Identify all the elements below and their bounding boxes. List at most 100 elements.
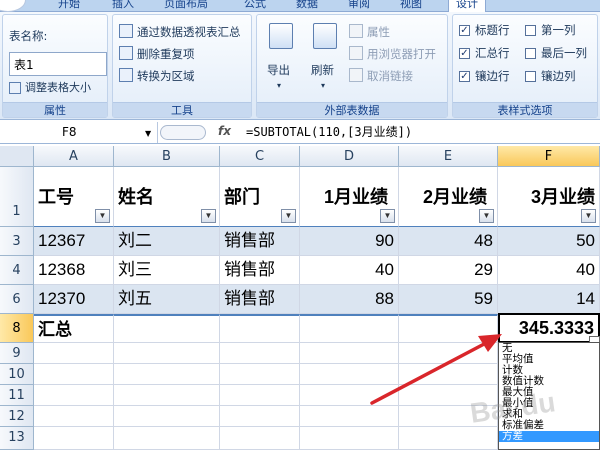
table-cell[interactable] [399, 314, 498, 343]
table-cell[interactable]: 40 [498, 256, 600, 285]
empty-cell[interactable] [300, 427, 399, 450]
row-header[interactable]: 3 [0, 227, 34, 256]
table-header-cell[interactable]: 1月业绩 ▼ [300, 167, 399, 227]
fx-icon[interactable]: fx [218, 124, 231, 138]
filter-dropdown-icon[interactable]: ▼ [380, 209, 395, 223]
formula-bar-splitter[interactable] [160, 125, 206, 140]
office-button-icon[interactable] [0, 0, 26, 12]
formula-input[interactable]: =SUBTOTAL(110,[3月业绩]) [246, 122, 412, 143]
convert-to-range-button[interactable]: 转换为区域 [137, 69, 195, 83]
empty-cell[interactable] [220, 427, 300, 450]
pivot-summary-button[interactable]: 通过数据透视表汇总 [137, 25, 241, 39]
empty-cell[interactable] [114, 385, 220, 406]
table-cell[interactable] [114, 314, 220, 343]
column-header-b[interactable]: B [114, 146, 220, 167]
table-header-cell[interactable]: 姓名 ▼ [114, 167, 220, 227]
table-cell[interactable] [300, 314, 399, 343]
tab-home[interactable]: 开始 [58, 0, 80, 11]
empty-cell[interactable] [114, 343, 220, 364]
empty-cell[interactable] [114, 406, 220, 427]
row-header[interactable]: 8 [0, 314, 34, 343]
total-row-label-cell[interactable]: 汇总 [34, 314, 114, 343]
empty-cell[interactable] [114, 427, 220, 450]
row-header[interactable]: 11 [0, 385, 34, 406]
table-cell[interactable]: 29 [399, 256, 498, 285]
empty-cell[interactable] [300, 343, 399, 364]
total-row-checkbox[interactable]: ✓ [459, 48, 470, 59]
empty-cell[interactable] [300, 385, 399, 406]
name-box-chevron-down-icon[interactable]: ▼ [145, 129, 151, 138]
table-header-cell[interactable]: 3月业绩 ▼ [498, 167, 600, 227]
tab-page-layout[interactable]: 页面布局 [164, 0, 208, 11]
tab-formulas[interactable]: 公式 [244, 0, 266, 11]
column-header-f[interactable]: F [498, 146, 600, 167]
empty-cell[interactable] [300, 364, 399, 385]
table-cell[interactable]: 刘三 [114, 256, 220, 285]
row-header[interactable]: 12 [0, 406, 34, 427]
table-name-input[interactable]: 表1 [9, 52, 107, 76]
remove-duplicates-button[interactable]: 删除重复项 [137, 47, 195, 61]
filter-dropdown-icon[interactable]: ▼ [281, 209, 296, 223]
table-cell[interactable]: 12367 [34, 227, 114, 256]
first-column-checkbox[interactable] [525, 25, 536, 36]
table-cell[interactable]: 销售部 [220, 285, 300, 314]
empty-cell[interactable] [34, 364, 114, 385]
empty-cell[interactable] [34, 343, 114, 364]
filter-dropdown-icon[interactable]: ▼ [581, 209, 596, 223]
filter-dropdown-icon[interactable]: ▼ [95, 209, 110, 223]
resize-table-button[interactable]: 调整表格大小 [25, 81, 91, 95]
header-row-checkbox[interactable]: ✓ [459, 25, 470, 36]
table-cell[interactable]: 12370 [34, 285, 114, 314]
row-header[interactable]: 4 [0, 256, 34, 285]
table-cell[interactable]: 14 [498, 285, 600, 314]
table-cell[interactable]: 40 [300, 256, 399, 285]
empty-cell[interactable] [34, 406, 114, 427]
column-header-d[interactable]: D [300, 146, 399, 167]
refresh-button[interactable]: 刷新 [311, 63, 334, 77]
empty-cell[interactable] [399, 343, 498, 364]
select-all-corner[interactable] [0, 146, 34, 167]
tab-insert[interactable]: 插入 [112, 0, 134, 11]
export-chevron-down-icon[interactable]: ▾ [277, 79, 281, 93]
row-header[interactable]: 10 [0, 364, 34, 385]
table-cell[interactable]: 88 [300, 285, 399, 314]
table-header-cell[interactable]: 2月业绩 ▼ [399, 167, 498, 227]
tab-data[interactable]: 数据 [296, 0, 318, 11]
empty-cell[interactable] [34, 385, 114, 406]
row-header[interactable]: 1 [0, 167, 34, 227]
empty-cell[interactable] [399, 427, 498, 450]
refresh-chevron-down-icon[interactable]: ▾ [321, 79, 325, 93]
row-header[interactable]: 13 [0, 427, 34, 450]
row-header[interactable]: 6 [0, 285, 34, 314]
empty-cell[interactable] [34, 427, 114, 450]
table-header-cell[interactable]: 部门 ▼ [220, 167, 300, 227]
table-cell[interactable]: 12368 [34, 256, 114, 285]
export-button[interactable]: 导出 [267, 63, 290, 77]
column-header-c[interactable]: C [220, 146, 300, 167]
empty-cell[interactable] [114, 364, 220, 385]
table-cell[interactable]: 刘五 [114, 285, 220, 314]
column-header-a[interactable]: A [34, 146, 114, 167]
table-cell[interactable]: 50 [498, 227, 600, 256]
empty-cell[interactable] [300, 406, 399, 427]
filter-dropdown-icon[interactable]: ▼ [479, 209, 494, 223]
table-cell[interactable]: 刘二 [114, 227, 220, 256]
name-box[interactable]: F8 [0, 122, 158, 143]
table-cell[interactable]: 90 [300, 227, 399, 256]
filter-active-icon[interactable]: ▼ [201, 209, 216, 223]
tab-review[interactable]: 审阅 [348, 0, 370, 11]
table-cell[interactable] [220, 314, 300, 343]
table-cell[interactable]: 销售部 [220, 256, 300, 285]
empty-cell[interactable] [220, 385, 300, 406]
last-column-checkbox[interactable] [525, 48, 536, 59]
table-cell[interactable]: 48 [399, 227, 498, 256]
column-header-e[interactable]: E [399, 146, 498, 167]
row-header[interactable]: 9 [0, 343, 34, 364]
active-cell-total[interactable]: 345.3333 [498, 313, 600, 343]
table-cell[interactable]: 59 [399, 285, 498, 314]
open-in-browser-button[interactable]: 用浏览器打开 [367, 47, 436, 61]
empty-cell[interactable] [399, 364, 498, 385]
option-variance[interactable]: 方差 [499, 431, 599, 442]
banded-columns-checkbox[interactable] [525, 71, 536, 82]
external-properties-button[interactable]: 属性 [367, 25, 390, 39]
